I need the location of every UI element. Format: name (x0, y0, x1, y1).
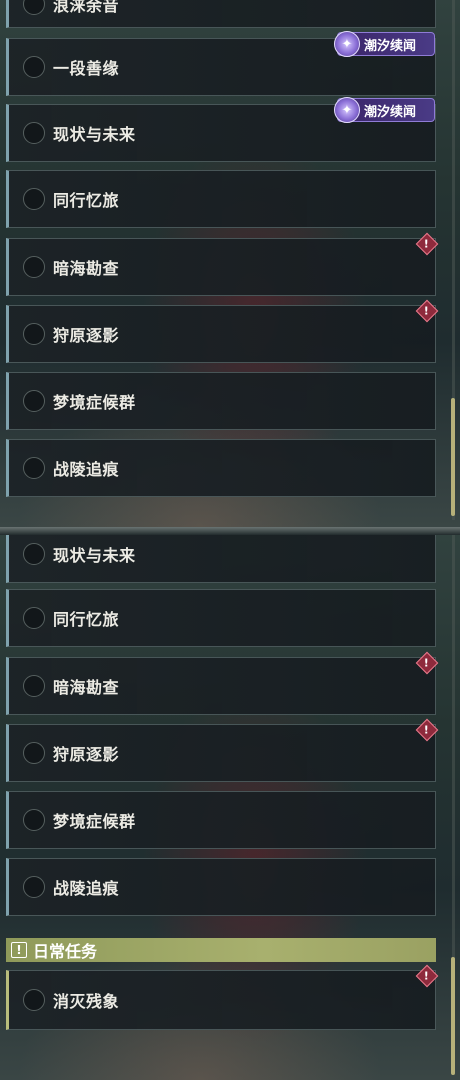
quest-item[interactable]: 现状与未来 ✦ 潮汐续闻 (6, 97, 436, 162)
quest-label: 梦境症候群 (53, 393, 136, 412)
quest-item[interactable]: 狩原逐影 ! (6, 299, 439, 363)
radio-circle-icon[interactable] (23, 188, 45, 210)
quest-item[interactable]: 同行忆旅 (6, 170, 436, 228)
quest-item[interactable]: 同行忆旅 (6, 589, 436, 647)
exclamation-icon: ! (11, 942, 27, 958)
radio-circle-icon[interactable] (23, 607, 45, 629)
quest-item[interactable]: 暗海勘查 ! (6, 651, 439, 715)
panel-divider (0, 527, 460, 535)
quest-item[interactable]: 战陵追痕 (6, 858, 436, 916)
quest-label: 狩原逐影 (53, 745, 120, 764)
warning-diamond-icon: ! (415, 651, 439, 675)
sparkle-icon: ✦ (334, 31, 360, 57)
quest-label: 战陵追痕 (53, 879, 120, 898)
radio-circle-icon[interactable] (23, 675, 45, 697)
badge-label: 潮汐续闻 (364, 104, 417, 120)
quest-label: 梦境症候群 (53, 812, 136, 831)
quest-label: 现状与未来 (53, 545, 136, 565)
tide-event-badge: ✦ 潮汐续闻 (334, 31, 435, 57)
daily-quests-header[interactable]: ! 日常任务 (6, 938, 436, 962)
radio-circle-icon[interactable] (23, 809, 45, 831)
badge-label: 潮汐续闻 (364, 38, 417, 54)
radio-circle-icon[interactable] (23, 323, 45, 345)
radio-circle-icon[interactable] (23, 390, 45, 412)
warning-diamond-icon: ! (415, 718, 439, 742)
quest-label: 一段善缘 (53, 59, 120, 78)
section-title: 日常任务 (33, 942, 98, 961)
quest-item[interactable]: 战陵追痕 (6, 439, 436, 497)
quest-item[interactable]: 浪涞余音 (6, 0, 436, 28)
quest-item[interactable]: 梦境症候群 (6, 791, 436, 849)
scrollbar-thumb[interactable] (451, 957, 455, 1075)
radio-circle-icon[interactable] (23, 56, 45, 78)
quest-label: 消灭残象 (53, 992, 120, 1011)
warning-diamond-icon: ! (415, 299, 439, 323)
quest-label: 暗海勘查 (53, 678, 120, 697)
quest-label: 同行忆旅 (53, 191, 120, 210)
tide-event-badge: ✦ 潮汐续闻 (334, 97, 435, 123)
quest-item[interactable]: 暗海勘查 ! (6, 232, 439, 296)
quest-label: 狩原逐影 (53, 326, 120, 345)
quest-label: 暗海勘查 (53, 259, 120, 278)
scrollbar-thumb[interactable] (451, 398, 455, 516)
quest-list-panel-top: 浪涞余音 一段善缘 ✦ 潮汐续闻 现状与未来 ✦ 潮汐续闻 同行忆旅 暗海勘查 … (0, 0, 460, 527)
radio-circle-icon[interactable] (23, 122, 45, 144)
quest-label: 战陵追痕 (53, 460, 120, 479)
radio-circle-icon[interactable] (23, 0, 45, 15)
radio-circle-icon[interactable] (23, 876, 45, 898)
quest-label: 浪涞余音 (53, 0, 120, 15)
quest-item[interactable]: 消灭残象 ! (6, 964, 439, 1030)
quest-item[interactable]: 现状与未来 (6, 535, 436, 583)
radio-circle-icon[interactable] (23, 542, 45, 565)
quest-label: 同行忆旅 (53, 610, 120, 629)
quest-label: 现状与未来 (53, 125, 136, 144)
quest-item[interactable]: 狩原逐影 ! (6, 718, 439, 782)
radio-circle-icon[interactable] (23, 989, 45, 1011)
radio-circle-icon[interactable] (23, 256, 45, 278)
radio-circle-icon[interactable] (23, 457, 45, 479)
quest-item[interactable]: 一段善缘 ✦ 潮汐续闻 (6, 31, 436, 96)
sparkle-icon: ✦ (334, 97, 360, 123)
quest-item[interactable]: 梦境症候群 (6, 372, 436, 430)
radio-circle-icon[interactable] (23, 742, 45, 764)
warning-diamond-icon: ! (415, 232, 439, 256)
